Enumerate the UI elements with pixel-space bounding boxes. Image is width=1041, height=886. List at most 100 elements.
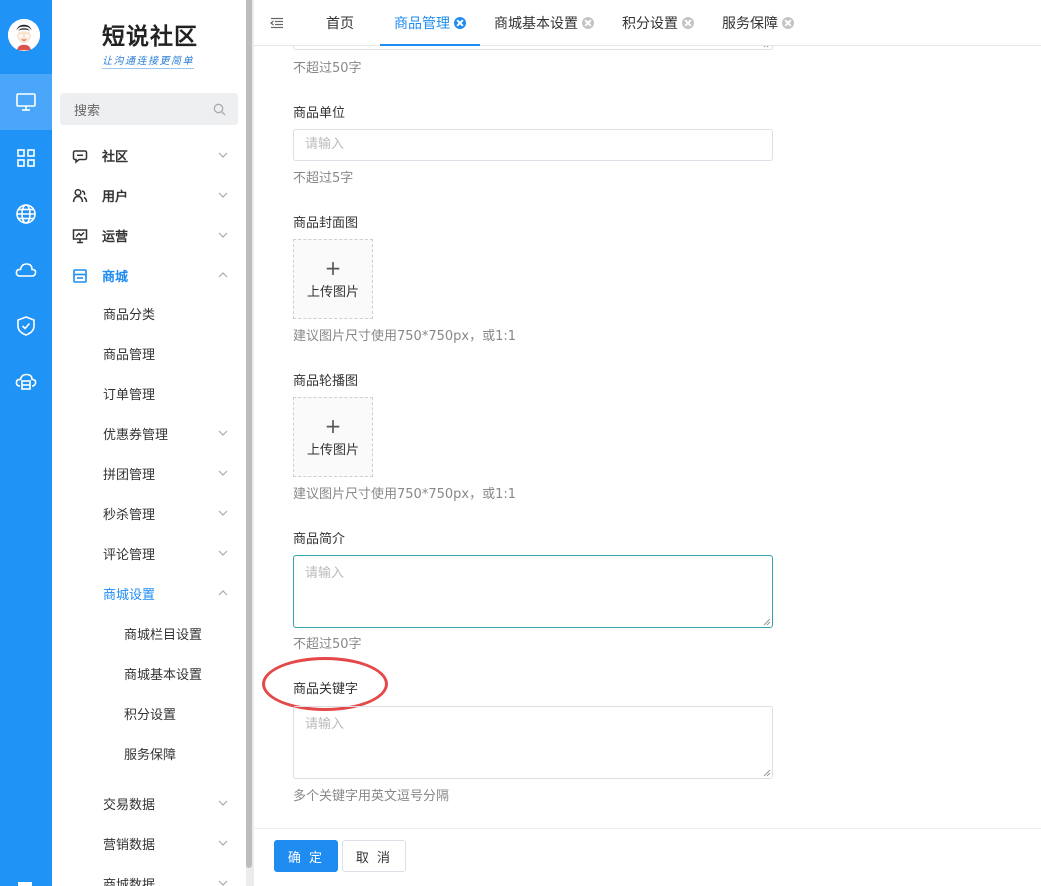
presentation-chart-icon bbox=[72, 229, 88, 244]
tab-points-settings[interactable]: 积分设置 bbox=[622, 0, 694, 46]
rail-cloud-server-button[interactable] bbox=[0, 354, 52, 410]
sidebar-item-mall[interactable]: 商城 bbox=[52, 255, 246, 295]
brand-logo-title: 短说社区 bbox=[102, 23, 198, 50]
intro-placeholder: 请输入 bbox=[305, 566, 345, 581]
keywords-placeholder: 请输入 bbox=[305, 717, 345, 732]
resize-grip-icon[interactable] bbox=[763, 618, 771, 626]
product-name-textarea[interactable] bbox=[293, 46, 773, 50]
plus-icon: + bbox=[324, 413, 342, 438]
sidebar-search[interactable]: 搜索 bbox=[60, 93, 238, 125]
sidebar-item-label: 商城基本设置 bbox=[124, 667, 203, 683]
intro-textarea[interactable]: 请输入 bbox=[293, 555, 773, 628]
sidebar-item-users[interactable]: 用户 bbox=[52, 175, 246, 215]
keywords-textarea[interactable]: 请输入 bbox=[293, 706, 773, 779]
rail-monitor-button[interactable] bbox=[0, 74, 52, 130]
cancel-button[interactable]: 取 消 bbox=[342, 840, 406, 872]
sidebar-item-review-management[interactable]: 评论管理 bbox=[52, 533, 246, 573]
sidebar-item-coupon-management[interactable]: 优惠券管理 bbox=[52, 413, 246, 453]
tab-product-management[interactable]: 商品管理 bbox=[380, 0, 480, 46]
chevron-down-icon bbox=[218, 550, 228, 556]
close-icon[interactable] bbox=[582, 17, 594, 29]
cover-image-hint: 建议图片尺寸使用750*750px，或1:1 bbox=[293, 329, 516, 344]
tab-label: 商城基本设置 bbox=[494, 16, 578, 32]
brand-logo-subtitle: 让沟通连接更简单 bbox=[102, 52, 194, 69]
intro-label: 商品简介 bbox=[293, 532, 346, 547]
keywords-hint: 多个关键字用英文逗号分隔 bbox=[293, 789, 450, 804]
sidebar-item-product-management[interactable]: 商品管理 bbox=[52, 333, 246, 373]
sidebar-item-mall-column-settings[interactable]: 商城栏目设置 bbox=[52, 613, 246, 653]
chevron-down-icon bbox=[218, 192, 228, 198]
sidebar-item-points-settings[interactable]: 积分设置 bbox=[52, 693, 246, 733]
shield-check-icon bbox=[17, 316, 35, 336]
sidebar-item-order-management[interactable]: 订单管理 bbox=[52, 373, 246, 413]
cover-image-uploader[interactable]: + 上传图片 bbox=[293, 239, 373, 319]
keywords-label: 商品关键字 bbox=[293, 682, 359, 697]
sidebar-item-label: 商城 bbox=[102, 269, 129, 285]
tab-service-guarantee[interactable]: 服务保障 bbox=[722, 0, 794, 46]
rail-apps-button[interactable] bbox=[0, 130, 52, 186]
tab-label: 服务保障 bbox=[722, 16, 778, 32]
form-footer: 确 定 取 消 bbox=[254, 828, 1041, 886]
icon-rail bbox=[0, 0, 52, 886]
sidebar-item-label: 商品分类 bbox=[103, 307, 156, 323]
rail-globe-button[interactable] bbox=[0, 186, 52, 242]
chevron-up-icon bbox=[218, 590, 228, 596]
sidebar-item-label: 评论管理 bbox=[103, 547, 156, 563]
app: 短说社区 让沟通连接更简单 搜索 社区 用户 运营 商城 商品分类 商品管理 订… bbox=[0, 0, 1041, 886]
sidebar-item-label: 积分设置 bbox=[124, 707, 177, 723]
resize-grip-icon[interactable] bbox=[763, 769, 771, 777]
cover-image-label: 商品封面图 bbox=[293, 216, 359, 231]
carousel-image-uploader[interactable]: + 上传图片 bbox=[293, 397, 373, 477]
sidebar-item-service-guarantee[interactable]: 服务保障 bbox=[52, 733, 246, 773]
form-content: 不超过50字 商品单位 请输入 不超过5字 商品封面图 + 上传图片 建议图片尺… bbox=[254, 46, 1041, 828]
chevron-down-icon bbox=[218, 840, 228, 846]
tab-mall-basic-settings[interactable]: 商城基本设置 bbox=[494, 0, 594, 46]
search-placeholder: 搜索 bbox=[74, 103, 101, 119]
chevron-down-icon bbox=[218, 510, 228, 516]
chevron-down-icon bbox=[218, 430, 228, 436]
tab-label: 首页 bbox=[326, 16, 354, 32]
sidebar-item-marketing-data[interactable]: 营销数据 bbox=[52, 823, 246, 863]
collapse-menu-icon[interactable] bbox=[270, 17, 284, 29]
sidebar-item-flash-sale[interactable]: 秒杀管理 bbox=[52, 493, 246, 533]
sidebar-item-community[interactable]: 社区 bbox=[52, 135, 246, 175]
product-name-hint: 不超过50字 bbox=[293, 61, 362, 76]
unit-label: 商品单位 bbox=[293, 106, 346, 121]
tab-home[interactable]: 首页 bbox=[326, 0, 354, 46]
sidebar-item-label: 交易数据 bbox=[103, 797, 156, 813]
tab-label: 积分设置 bbox=[622, 16, 678, 32]
rail-cloud-button[interactable] bbox=[0, 242, 52, 298]
confirm-button[interactable]: 确 定 bbox=[274, 840, 338, 872]
rail-security-button[interactable] bbox=[0, 298, 52, 354]
carousel-image-hint: 建议图片尺寸使用750*750px，或1:1 bbox=[293, 487, 516, 502]
close-icon[interactable] bbox=[782, 17, 794, 29]
sidebar-item-trade-data[interactable]: 交易数据 bbox=[52, 783, 246, 823]
sidebar-scrollbar-thumb[interactable] bbox=[246, 0, 252, 868]
sidebar-item-group-buy[interactable]: 拼团管理 bbox=[52, 453, 246, 493]
sidebar-item-mall-settings[interactable]: 商城设置 bbox=[52, 573, 246, 613]
carousel-image-label: 商品轮播图 bbox=[293, 374, 359, 389]
cloud-icon bbox=[15, 263, 37, 277]
sidebar-item-operations[interactable]: 运营 bbox=[52, 215, 246, 255]
sidebar-item-label: 服务保障 bbox=[124, 747, 177, 763]
monitor-icon bbox=[16, 93, 36, 111]
close-icon[interactable] bbox=[682, 17, 694, 29]
search-icon bbox=[213, 103, 226, 115]
upload-label: 上传图片 bbox=[306, 442, 359, 458]
sidebar-item-mall-data[interactable]: 商城数据 bbox=[52, 863, 246, 886]
sidebar-item-label: 用户 bbox=[102, 189, 129, 205]
tab-label: 商品管理 bbox=[394, 16, 450, 32]
close-icon[interactable] bbox=[454, 17, 466, 29]
sidebar-item-mall-basic-settings[interactable]: 商城基本设置 bbox=[52, 653, 246, 693]
resize-grip-icon[interactable] bbox=[763, 46, 771, 48]
unit-input[interactable]: 请输入 bbox=[293, 129, 773, 161]
sidebar-item-label: 商城栏目设置 bbox=[124, 627, 203, 643]
sidebar-item-label: 秒杀管理 bbox=[103, 507, 156, 523]
unit-hint: 不超过5字 bbox=[293, 171, 354, 186]
sidebar-item-label: 商品管理 bbox=[103, 347, 156, 363]
avatar-image bbox=[8, 19, 40, 51]
avatar[interactable] bbox=[8, 19, 40, 51]
sidebar-item-product-category[interactable]: 商品分类 bbox=[52, 293, 246, 333]
sidebar-item-label: 商城数据 bbox=[103, 877, 156, 886]
sidebar-item-label: 营销数据 bbox=[103, 837, 156, 853]
